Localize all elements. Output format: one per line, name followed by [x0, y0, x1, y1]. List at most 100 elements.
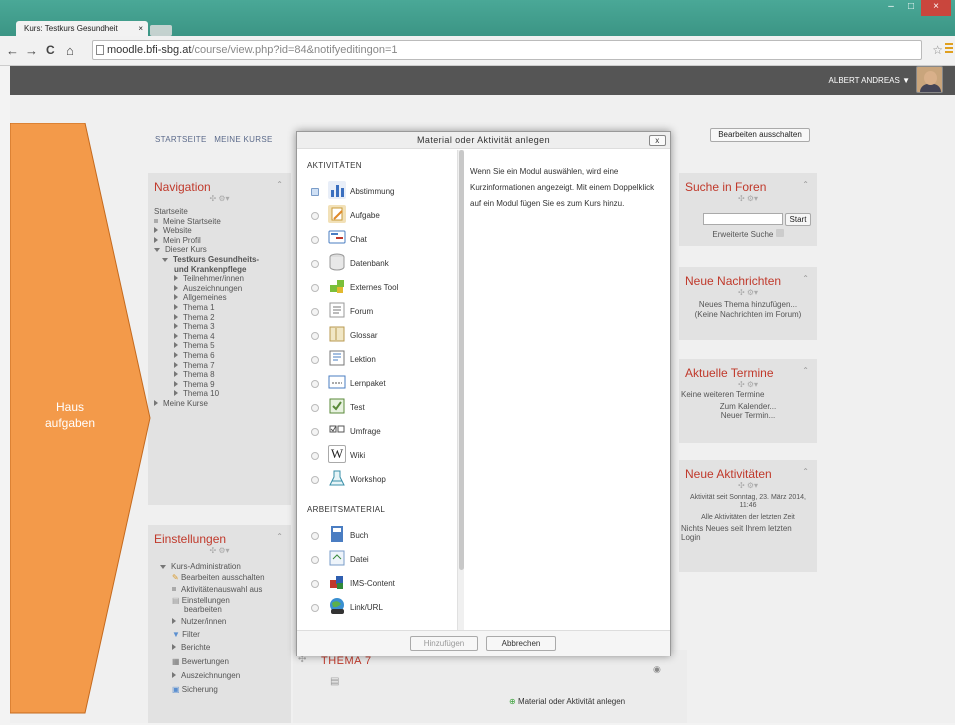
nav-item[interactable]: Thema 9 [148, 380, 291, 390]
radio-button[interactable] [311, 452, 319, 460]
block-controls[interactable]: ✣ ⚙▾ [679, 380, 817, 389]
settings-item[interactable]: Berichte [160, 641, 291, 655]
add-button[interactable]: Hinzufügen [410, 636, 478, 651]
collapse-icon[interactable]: ⌃ [802, 467, 809, 476]
nav-item[interactable]: Mein Profil [148, 236, 291, 246]
forward-icon[interactable]: → [25, 43, 38, 58]
close-window-icon[interactable]: × [921, 0, 951, 16]
settings-item[interactable]: ▦ Bewertungen [160, 655, 291, 669]
nav-item[interactable]: Thema 8 [148, 370, 291, 380]
nav-item-current-course[interactable]: Testkurs Gesundheits- [148, 255, 291, 265]
nav-item[interactable]: Dieser Kurs [148, 245, 291, 255]
radio-button[interactable] [311, 532, 319, 540]
module-lernpaket[interactable]: Lernpaket [297, 373, 457, 395]
nav-item[interactable]: Meine Kurse [148, 399, 291, 409]
radio-button[interactable] [311, 380, 319, 388]
add-activity-link[interactable]: ⊕ Material oder Aktivität anlegen [509, 697, 625, 706]
calendar-link[interactable]: Zum Kalender... [679, 402, 817, 412]
settings-item[interactable]: ▤ Einstellungen [160, 596, 291, 605]
settings-item[interactable]: Nutzer/innen [160, 615, 291, 629]
module-workshop[interactable]: Workshop [297, 469, 457, 491]
module-lektion[interactable]: Lektion [297, 349, 457, 371]
search-input[interactable] [703, 213, 783, 225]
block-controls[interactable]: ✣ ⚙▾ [148, 194, 291, 203]
new-tab-button[interactable] [150, 25, 172, 36]
nav-item[interactable]: Thema 6 [148, 351, 291, 361]
collapse-icon[interactable]: ⌃ [802, 180, 809, 189]
nav-item[interactable]: Meine Startseite [148, 217, 291, 227]
nav-item[interactable]: Thema 4 [148, 332, 291, 342]
module-buch[interactable]: Buch [297, 525, 457, 547]
reload-icon[interactable]: C [46, 43, 55, 57]
settings-item[interactable]: ▣ Sicherung [160, 683, 291, 697]
block-controls[interactable]: ✣ ⚙▾ [679, 288, 817, 297]
nav-item[interactable]: Auszeichnungen [148, 284, 291, 294]
radio-button[interactable] [311, 284, 319, 292]
back-icon[interactable]: ← [6, 43, 19, 58]
settings-item[interactable]: Auszeichnungen [160, 669, 291, 683]
nav-item[interactable]: Thema 3 [148, 322, 291, 332]
tab-close-icon[interactable]: × [138, 24, 143, 33]
breadcrumb-home[interactable]: STARTSEITE [155, 135, 207, 144]
settings-item[interactable]: ✎ Bearbeiten ausschalten [160, 572, 291, 584]
advanced-search-link[interactable]: Erweiterte Suche [679, 229, 817, 239]
module-link-url[interactable]: Link/URL [297, 597, 457, 619]
settings-item[interactable]: ▼ Filter [160, 629, 291, 641]
nav-item[interactable]: Thema 5 [148, 341, 291, 351]
module-datei[interactable]: Datei [297, 549, 457, 571]
nav-item[interactable]: Thema 1 [148, 303, 291, 313]
module-ims-content[interactable]: IMS-Content [297, 573, 457, 595]
radio-button[interactable] [311, 556, 319, 564]
nav-item[interactable]: Thema 10 [148, 389, 291, 399]
dialog-close-button[interactable]: x [649, 135, 666, 146]
collapse-icon[interactable]: ⌃ [276, 180, 283, 189]
maximize-icon[interactable]: □ [901, 0, 921, 16]
eye-icon[interactable]: ◉ [653, 664, 661, 675]
module-test[interactable]: Test [297, 397, 457, 419]
radio-button[interactable] [311, 428, 319, 436]
module-chat[interactable]: Chat [297, 229, 457, 251]
radio-button[interactable] [311, 404, 319, 412]
edit-off-button[interactable]: Bearbeiten ausschalten [710, 128, 810, 142]
module-glossar[interactable]: Glossar [297, 325, 457, 347]
radio-button[interactable] [311, 188, 319, 196]
block-controls[interactable]: ✣ ⚙▾ [679, 481, 817, 490]
news-add-link[interactable]: Neues Thema hinzufügen... [679, 300, 817, 310]
radio-button[interactable] [311, 212, 319, 220]
new-event-link[interactable]: Neuer Termin... [679, 411, 817, 421]
minimize-icon[interactable]: – [881, 0, 901, 16]
radio-button[interactable] [311, 236, 319, 244]
nav-item[interactable]: Allgemeines [148, 293, 291, 303]
browser-menu-icon[interactable] [945, 43, 953, 53]
collapse-icon[interactable]: ⌃ [802, 274, 809, 283]
address-bar[interactable]: moodle.bfi-sbg.at/course/view.php?id=84&… [92, 40, 922, 60]
radio-button[interactable] [311, 332, 319, 340]
module-datenbank[interactable]: Datenbank [297, 253, 457, 275]
user-menu[interactable]: ALBERT ANDREAS ▼ [829, 76, 910, 85]
module-forum[interactable]: Forum [297, 301, 457, 323]
nav-item[interactable]: Teilnehmer/innen [148, 274, 291, 284]
module-wiki[interactable]: W Wiki [297, 445, 457, 467]
radio-button[interactable] [311, 580, 319, 588]
nav-item[interactable]: Startseite [148, 207, 291, 217]
bookmark-star-icon[interactable]: ☆ [932, 43, 943, 57]
home-icon[interactable]: ⌂ [66, 43, 74, 58]
nav-item[interactable]: Website [148, 226, 291, 236]
radio-button[interactable] [311, 604, 319, 612]
settings-item[interactable]: Kurs-Administration [160, 561, 291, 572]
recent-all-link[interactable]: Alle Aktivitäten der letzten Zeit [679, 514, 817, 521]
block-controls[interactable]: ✣ ⚙▾ [679, 194, 817, 203]
module-umfrage[interactable]: Umfrage [297, 421, 457, 443]
cancel-button[interactable]: Abbrechen [486, 636, 556, 651]
radio-button[interactable] [311, 308, 319, 316]
module-list-scrollbar[interactable] [457, 150, 464, 630]
settings-item[interactable]: Aktivitätenauswahl aus [160, 584, 291, 596]
block-controls[interactable]: ✣ ⚙▾ [148, 546, 291, 555]
search-start-button[interactable]: Start [785, 213, 811, 226]
nav-item[interactable]: Thema 2 [148, 313, 291, 323]
radio-button[interactable] [311, 260, 319, 268]
module-externes-tool[interactable]: Externes Tool [297, 277, 457, 299]
module-aufgabe[interactable]: Aufgabe [297, 205, 457, 227]
nav-item[interactable]: Thema 7 [148, 361, 291, 371]
collapse-icon[interactable]: ⌃ [276, 532, 283, 541]
